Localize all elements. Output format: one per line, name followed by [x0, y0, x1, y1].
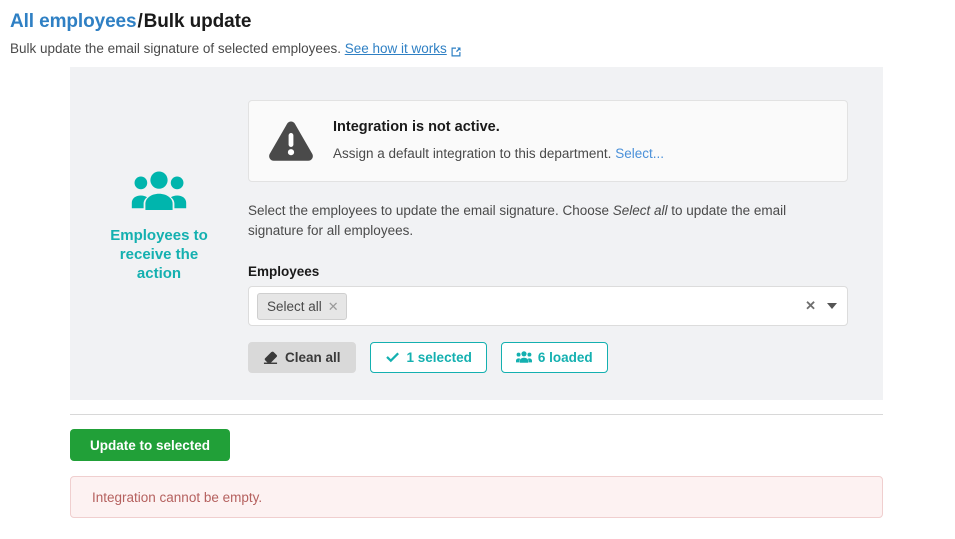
breadcrumb: All employees/Bulk update: [10, 10, 955, 34]
instructions-part-1: Select the employees to update the email…: [248, 203, 613, 218]
integration-warning-alert: Integration is not active. Assign a defa…: [248, 100, 848, 182]
subtitle-text: Bulk update the email signature of selec…: [10, 41, 341, 56]
selected-count-button[interactable]: 1 selected: [370, 342, 487, 373]
eraser-icon: [263, 350, 278, 365]
panel-left-column: Employees to receive the action: [70, 67, 248, 400]
chevron-down-icon[interactable]: [827, 303, 837, 309]
panel-right-column: Integration is not active. Assign a defa…: [248, 67, 883, 400]
check-icon: [385, 350, 400, 365]
bulk-update-panel: Employees to receive the action Integrat…: [70, 67, 883, 400]
see-how-it-works-link[interactable]: See how it works: [345, 39, 462, 59]
users-group-icon: [130, 170, 188, 212]
warning-triangle-icon: [267, 119, 315, 163]
clean-all-button[interactable]: Clean all: [248, 342, 356, 373]
section-divider: [70, 414, 883, 415]
page-header: All employees/Bulk update Bulk update th…: [0, 0, 955, 59]
external-link-icon: [450, 44, 462, 56]
warning-alert-body: Assign a default integration to this dep…: [333, 144, 664, 164]
error-message: Integration cannot be empty.: [92, 490, 262, 505]
users-icon: [516, 350, 531, 365]
chip-label: Select all: [267, 299, 322, 314]
warning-alert-text: Integration is not active. Assign a defa…: [333, 117, 664, 164]
breadcrumb-separator: /: [137, 11, 142, 32]
selected-chip-select-all[interactable]: Select all ✕: [257, 293, 347, 320]
selected-count-label: 1 selected: [407, 350, 472, 365]
loaded-count-label: 6 loaded: [538, 350, 593, 365]
breadcrumb-current-page: Bulk update: [144, 11, 252, 32]
selection-actions-row: Clean all 1 selected: [248, 342, 848, 373]
close-icon[interactable]: ✕: [328, 300, 339, 313]
clear-all-icon[interactable]: ✕: [805, 298, 816, 314]
instructions-text: Select the employees to update the email…: [248, 201, 808, 241]
employees-field-label: Employees: [248, 264, 848, 279]
page-subtitle: Bulk update the email signature of selec…: [10, 39, 955, 59]
employees-multiselect[interactable]: Select all ✕ ✕: [248, 286, 848, 326]
warning-alert-title: Integration is not active.: [333, 117, 664, 137]
error-alert: Integration cannot be empty.: [70, 476, 883, 518]
update-to-selected-button[interactable]: Update to selected: [70, 429, 230, 461]
panel-left-label: Employees to receive the action: [99, 226, 219, 283]
loaded-count-button[interactable]: 6 loaded: [501, 342, 608, 373]
see-how-it-works-label: See how it works: [345, 39, 447, 59]
select-integration-link[interactable]: Select...: [615, 146, 664, 161]
instructions-emphasis: Select all: [613, 203, 668, 218]
warning-alert-body-text: Assign a default integration to this dep…: [333, 146, 611, 161]
clean-all-label: Clean all: [285, 350, 341, 365]
breadcrumb-link-all-employees[interactable]: All employees: [10, 11, 136, 32]
